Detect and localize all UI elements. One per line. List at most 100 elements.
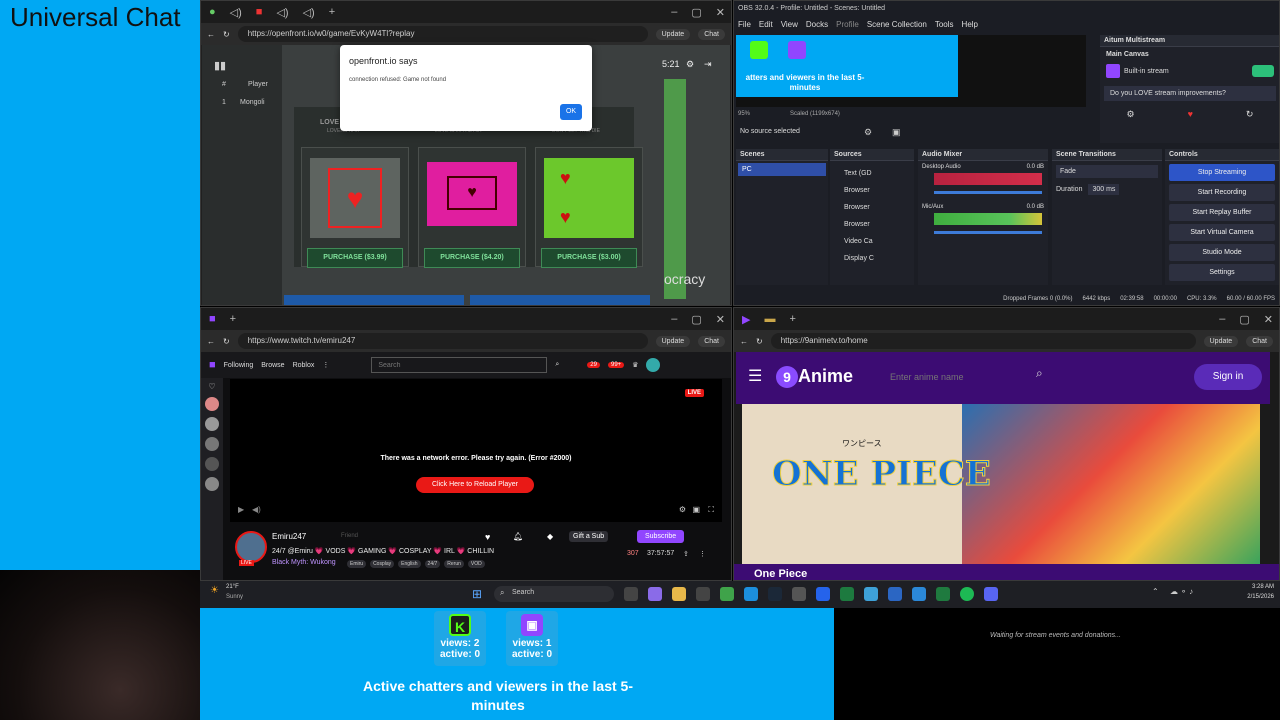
close-icon[interactable]: ✕ [716,313,731,326]
tag[interactable]: English [398,560,421,568]
app-icon[interactable] [840,587,854,601]
hamburger-icon[interactable]: ☰ [748,366,762,386]
scene-item-pc[interactable]: PC [738,163,826,176]
play-icon[interactable]: ▶ [238,505,244,514]
banner[interactable]: ONE PIECE ワンピース [742,404,1260,564]
clock-time[interactable]: 3:28 AM [1230,584,1274,590]
followed-avatar[interactable] [205,397,219,411]
love-improvements-banner[interactable]: Do you LOVE stream improvements? [1104,86,1276,101]
nav-following[interactable]: Following [224,362,254,369]
channel-avatar[interactable] [235,531,267,563]
menu-profile[interactable]: Profile [836,20,859,29]
copilot-icon[interactable] [648,587,662,601]
gift-sub-button[interactable]: Gift a Sub [569,531,609,542]
more-options-icon[interactable]: ⋮ [699,550,706,558]
transition-select[interactable]: Fade [1056,165,1158,178]
settings-button[interactable]: Settings [1169,264,1275,281]
search-icon[interactable]: ⌕ [1036,366,1043,381]
anime-url-input[interactable]: https://9animetv.to/home [770,333,1196,349]
tab-youtube-icon[interactable]: ■ [256,6,263,18]
start-recording-button[interactable]: Start Recording [1169,184,1275,201]
start-virtual-camera-button[interactable]: Start Virtual Camera [1169,224,1275,241]
excel-icon[interactable] [936,587,950,601]
search-icon[interactable]: ⌕ [555,361,559,369]
chart-icon[interactable]: ▮▮ [214,59,226,72]
multistream-gear-icon[interactable]: ⚙ [1127,109,1135,120]
source-filter-icon[interactable]: ▣ [892,127,901,138]
task-view-icon[interactable] [624,587,638,601]
tray-icons[interactable]: ☁ ⚬ ♪ [1170,587,1193,596]
player-settings-icon[interactable]: ⚙ [679,505,686,514]
notify-bell-icon[interactable]: 🔔︎ [513,532,523,541]
obs-icon[interactable] [696,587,710,601]
menu-tools[interactable]: Tools [935,20,954,29]
source-item[interactable]: Display C [844,250,914,267]
update-button[interactable]: Update [655,28,691,40]
tab-audio-icon[interactable]: ◁) [230,6,242,19]
exit-icon[interactable]: ⇥ [704,59,712,70]
maximize-icon[interactable]: ▢ [1239,313,1249,326]
channel-name[interactable]: Emiru247 [272,532,306,541]
purchase-button-3[interactable]: PURCHASE ($3.00) [541,248,637,268]
follow-heart-icon[interactable]: ♥ [485,532,490,542]
game-category[interactable]: Black Myth: Wukong [272,559,336,566]
source-item[interactable]: Browser [844,216,914,233]
source-item[interactable]: Video Ca [844,233,914,250]
discord-icon[interactable] [984,587,998,601]
chrome-icon[interactable] [720,587,734,601]
chat-button[interactable]: Chat [698,28,725,40]
tab-media-icon[interactable]: ▶ [742,313,750,326]
shield-icon[interactable] [816,587,830,601]
followed-avatar[interactable] [205,417,219,431]
new-tab-icon[interactable]: + [329,6,335,18]
minimize-icon[interactable]: – [671,313,677,325]
studio-mode-button[interactable]: Studio Mode [1169,244,1275,261]
nav-browse[interactable]: Browse [261,362,284,369]
tag[interactable]: VOD [467,560,485,568]
menu-docks[interactable]: Docks [806,20,828,29]
menu-file[interactable]: File [738,20,751,29]
duration-input[interactable]: 300 ms [1088,184,1120,195]
reload-icon[interactable]: ↻ [223,337,230,346]
source-gear-icon[interactable]: ⚙ [864,127,872,138]
stream-toggle[interactable] [1252,65,1274,77]
update-button[interactable]: Update [1203,335,1239,347]
subscribe-button[interactable]: Subscribe [637,530,685,543]
profile-avatar[interactable] [646,358,661,372]
tag[interactable]: Rerun [444,560,464,568]
tab-icon-browser[interactable]: ● [209,6,216,18]
sign-in-button[interactable]: Sign in [1194,364,1262,390]
theatre-icon[interactable]: ▣ [692,505,700,514]
fullscreen-icon[interactable]: ⛶ [708,505,714,515]
tag[interactable]: 24/7 [424,560,441,568]
chat-button[interactable]: Chat [1246,335,1273,347]
explorer-icon[interactable] [672,587,686,601]
tab-audio-icon-3[interactable]: ◁) [303,6,315,19]
maximize-icon[interactable]: ▢ [691,313,701,326]
maximize-icon[interactable]: ▢ [691,6,701,19]
obs-preview[interactable]: atters and viewers in the last 5-minutes [736,35,1086,107]
twitch-url-input[interactable]: https://www.twitch.tv/emiru247 [237,333,648,349]
volume-icon[interactable]: ◀) [252,505,261,514]
followed-avatar[interactable] [205,437,219,451]
app-icon[interactable] [792,587,806,601]
share-icon[interactable]: ⇪ [683,550,689,558]
mic-volume-slider[interactable] [934,231,1042,234]
twitch-search-input[interactable] [371,357,548,373]
minimize-icon[interactable]: – [1219,313,1225,325]
app-icon[interactable] [888,587,902,601]
new-tab-icon[interactable]: + [230,313,236,325]
tag[interactable]: Emiru [347,560,367,568]
source-item[interactable]: Text (GD [844,165,914,182]
close-icon[interactable]: ✕ [1264,313,1279,326]
anime-search-input[interactable] [886,366,1056,388]
menu-view[interactable]: View [781,20,798,29]
start-replay-buffer-button[interactable]: Start Replay Buffer [1169,204,1275,221]
source-item[interactable]: Browser [844,199,914,216]
friend-label[interactable]: Friend [341,533,358,539]
purchase-button-1[interactable]: PURCHASE ($3.99) [307,248,403,268]
start-icon[interactable]: ⊞ [472,587,482,601]
app-icon[interactable] [912,587,926,601]
followed-avatar[interactable] [205,477,219,491]
heart-icon[interactable]: ♡ [201,378,223,391]
